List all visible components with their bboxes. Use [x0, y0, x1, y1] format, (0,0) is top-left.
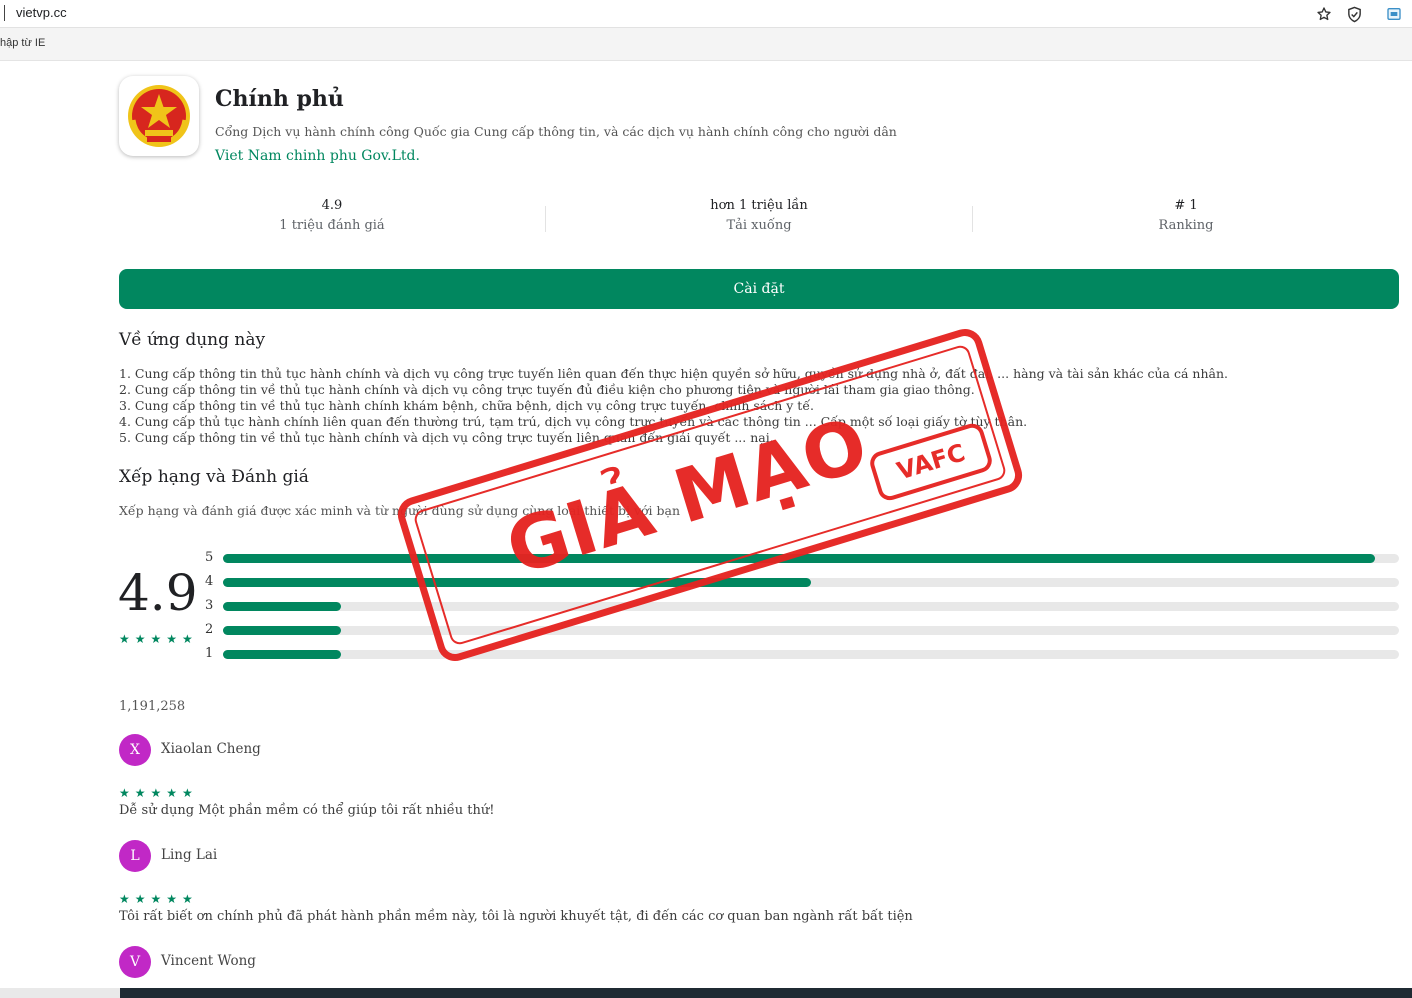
- reviewer-name: Xiaolan Cheng: [161, 741, 261, 757]
- review-text: Dễ sử dụng Một phần mềm có thể giúp tôi …: [119, 803, 495, 818]
- ratings-title: Xếp hạng và Đánh giá: [119, 467, 309, 487]
- text-caret: [4, 5, 5, 21]
- app-emblem-icon: [119, 76, 199, 156]
- histogram-bar: [223, 650, 341, 659]
- app-title: Chính phủ: [215, 86, 344, 112]
- address-bar[interactable]: vietvp.cc: [0, 0, 1412, 28]
- stat-downloads: hơn 1 triệu lần Tải xuống: [609, 198, 909, 233]
- list-item: 1. Cung cấp thông tin thủ tục hành chính…: [119, 366, 1228, 381]
- avatar: L: [119, 840, 151, 872]
- stat-value: hơn 1 triệu lần: [710, 198, 808, 213]
- histogram-track: [223, 602, 1399, 611]
- extension-icon[interactable]: [1384, 4, 1404, 24]
- bookmarks-bar: hập từ IE: [0, 28, 1412, 61]
- histogram-row: 2: [205, 623, 1399, 637]
- stat-divider: [545, 206, 546, 232]
- stat-divider: [972, 206, 973, 232]
- histogram-track: [223, 554, 1399, 563]
- histogram-label: 4: [205, 574, 214, 589]
- histogram-bar: [223, 626, 341, 635]
- stat-value: 4.9: [321, 198, 343, 213]
- app-description: Cổng Dịch vụ hành chính công Quốc gia Cu…: [215, 124, 897, 139]
- stat-ranking: # 1 Ranking: [1036, 198, 1336, 233]
- star-icon[interactable]: [1314, 4, 1334, 24]
- review-text: Tôi rất biết ơn chính phủ đã phát hành p…: [119, 909, 913, 924]
- url-text[interactable]: vietvp.cc: [16, 5, 67, 20]
- reviewer-name: Ling Lai: [161, 847, 218, 863]
- histogram-label: 1: [205, 646, 214, 661]
- review-stars: ★★★★★: [119, 786, 198, 800]
- shield-icon[interactable]: [1344, 4, 1364, 24]
- histogram-label: 2: [205, 622, 214, 637]
- avatar: X: [119, 734, 151, 766]
- average-stars: ★★★★★: [119, 632, 198, 646]
- histogram-track: [223, 578, 1399, 587]
- stat-label: 1 triệu đánh giá: [279, 218, 385, 233]
- histogram-row: 1: [205, 647, 1399, 661]
- average-score: 4.9: [118, 564, 198, 622]
- histogram-row: 4: [205, 575, 1399, 589]
- list-item: 2. Cung cấp thông tin về thủ tục hành ch…: [119, 382, 975, 397]
- histogram-label: 3: [205, 598, 214, 613]
- avatar: V: [119, 946, 151, 978]
- list-item: 3. Cung cấp thông tin về thủ tục hành ch…: [119, 398, 814, 413]
- install-button[interactable]: Cài đặt: [119, 269, 1399, 309]
- bookmark-item[interactable]: hập từ IE: [0, 37, 45, 49]
- taskbar: [0, 988, 1412, 998]
- taskbar-start-area: [0, 988, 120, 998]
- reviewer-name: Vincent Wong: [161, 953, 256, 969]
- histogram-track: [223, 650, 1399, 659]
- stat-value: # 1: [1174, 198, 1198, 213]
- histogram-bar: [223, 602, 341, 611]
- histogram-row: 3: [205, 599, 1399, 613]
- total-reviews-count: 1,191,258: [119, 699, 186, 714]
- stat-rating: 4.9 1 triệu đánh giá: [182, 198, 482, 233]
- about-title: Về ứng dụng này: [119, 330, 266, 350]
- stat-label: Tải xuống: [726, 218, 792, 233]
- review-stars: ★★★★★: [119, 892, 198, 906]
- developer-link[interactable]: Viet Nam chinh phu Gov.Ltd.: [215, 148, 420, 164]
- histogram-label: 5: [205, 550, 214, 565]
- histogram-track: [223, 626, 1399, 635]
- stat-label: Ranking: [1158, 218, 1214, 233]
